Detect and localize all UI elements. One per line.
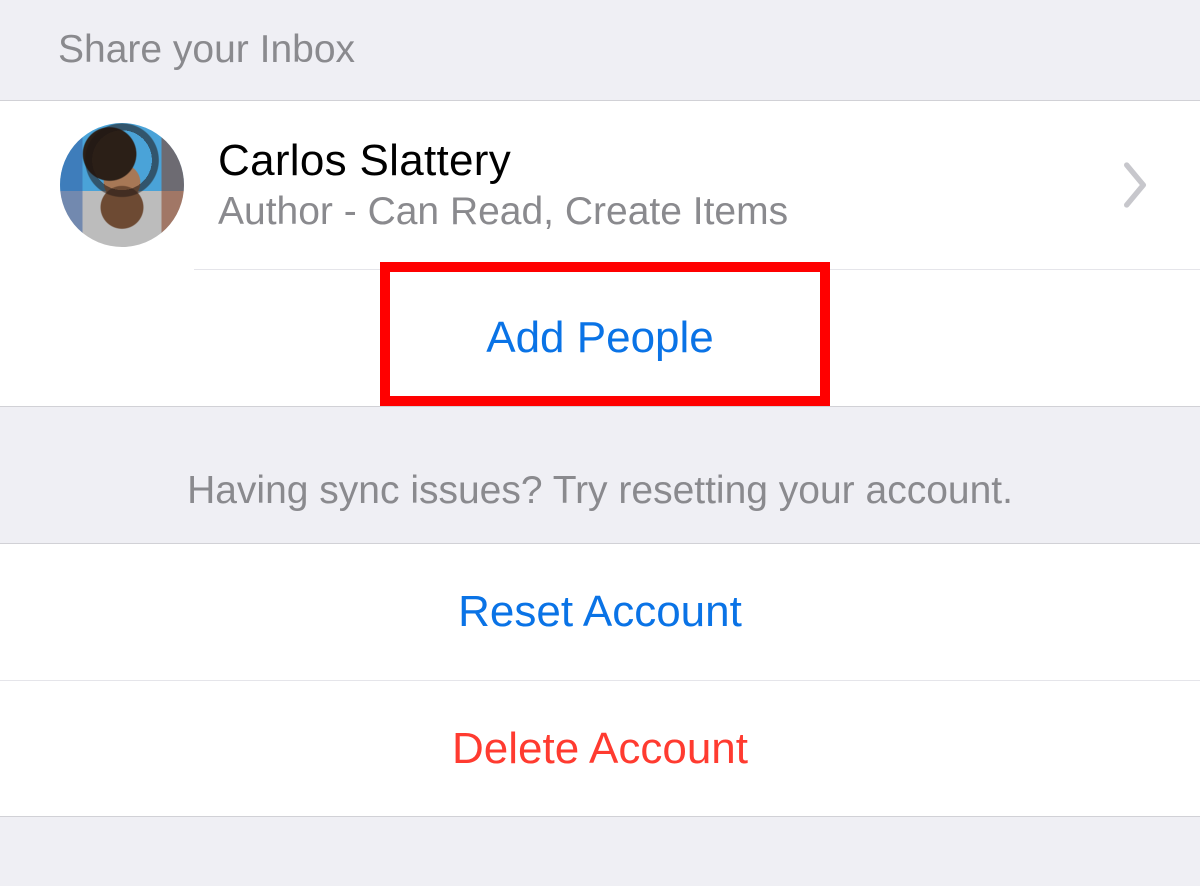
person-name: Carlos Slattery (218, 136, 1120, 186)
add-people-label: Add People (486, 313, 714, 363)
reset-account-button[interactable]: Reset Account (0, 544, 1200, 680)
reset-account-label: Reset Account (458, 587, 742, 637)
avatar (60, 123, 184, 247)
delete-account-button[interactable]: Delete Account (0, 680, 1200, 816)
add-people-button[interactable]: Add People (0, 270, 1200, 406)
chevron-right-icon (1120, 160, 1150, 210)
person-text: Carlos Slattery Author - Can Read, Creat… (218, 136, 1120, 234)
shared-person-row[interactable]: Carlos Slattery Author - Can Read, Creat… (0, 101, 1200, 269)
person-role: Author - Can Read, Create Items (218, 190, 1120, 234)
delete-account-label: Delete Account (452, 724, 748, 774)
sync-issues-header: Having sync issues? Try resetting your a… (0, 407, 1200, 543)
account-actions-section: Reset Account Delete Account (0, 543, 1200, 817)
share-inbox-header: Share your Inbox (0, 0, 1200, 100)
share-people-section: Carlos Slattery Author - Can Read, Creat… (0, 100, 1200, 407)
